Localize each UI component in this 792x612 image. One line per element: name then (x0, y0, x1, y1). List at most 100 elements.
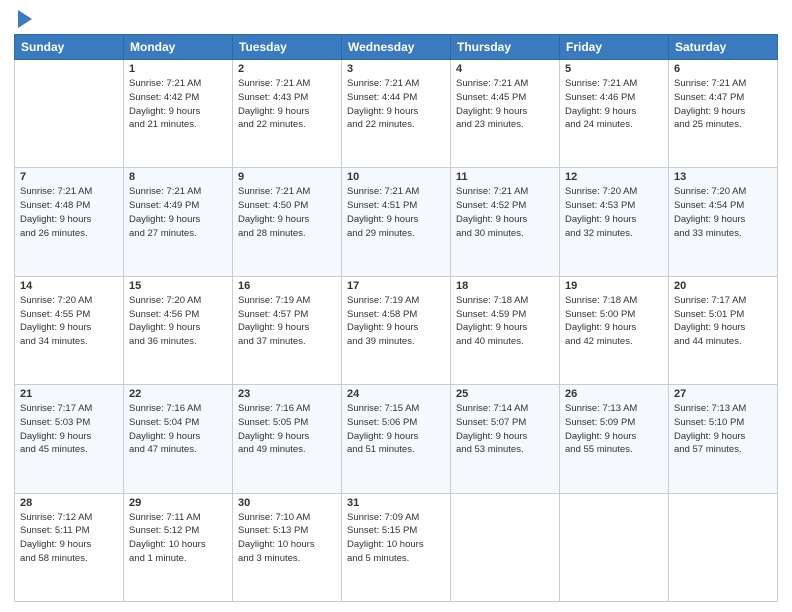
column-header-monday: Monday (124, 35, 233, 60)
calendar-cell: 26Sunrise: 7:13 AM Sunset: 5:09 PM Dayli… (560, 385, 669, 493)
day-number: 12 (565, 171, 663, 183)
calendar-cell: 13 Sunrise: 7:20 AM Sunset: 4:54 PM Dayli… (669, 168, 778, 276)
calendar-cell (451, 493, 560, 601)
calendar-cell: 9Sunrise: 7:21 AM Sunset: 4:50 PM Daylig… (233, 168, 342, 276)
day-number: 20 (674, 280, 772, 292)
day-info: Sunrise: 7:21 AM Sunset: 4:43 PM Dayligh… (238, 77, 336, 132)
calendar-cell: 5 Sunrise: 7:21 AM Sunset: 4:46 PM Daylig… (560, 60, 669, 168)
day-number: 2 (238, 63, 336, 75)
calendar-cell (669, 493, 778, 601)
day-number: 31 (347, 497, 445, 509)
calendar-cell: 28Sunrise: 7:12 AM Sunset: 5:11 PM Dayli… (15, 493, 124, 601)
day-number: 6 (674, 63, 772, 75)
day-info: Sunrise: 7:21 AM Sunset: 4:45 PM Dayligh… (456, 77, 554, 132)
calendar-cell: 11 Sunrise: 7:21 AM Sunset: 4:52 PM Dayli… (451, 168, 560, 276)
day-info: Sunrise: 7:09 AM Sunset: 5:15 PM Dayligh… (347, 511, 445, 566)
day-info: Sunrise: 7:21 AM Sunset: 4:47 PM Dayligh… (674, 77, 772, 132)
day-number: 9 (238, 171, 336, 183)
calendar-cell: 10Sunrise: 7:21 AM Sunset: 4:51 PM Dayli… (342, 168, 451, 276)
calendar-cell: 20 Sunrise: 7:17 AM Sunset: 5:01 PM Dayli… (669, 276, 778, 384)
day-number: 22 (129, 388, 227, 400)
calendar-cell: 1 Sunrise: 7:21 AM Sunset: 4:42 PM Daylig… (124, 60, 233, 168)
calendar-cell: 3Sunrise: 7:21 AM Sunset: 4:44 PM Daylig… (342, 60, 451, 168)
day-info: Sunrise: 7:21 AM Sunset: 4:42 PM Dayligh… (129, 77, 227, 132)
day-number: 7 (20, 171, 118, 183)
day-number: 21 (20, 388, 118, 400)
column-header-thursday: Thursday (451, 35, 560, 60)
day-info: Sunrise: 7:18 AM Sunset: 4:59 PM Dayligh… (456, 294, 554, 349)
day-info: Sunrise: 7:13 AM Sunset: 5:09 PM Dayligh… (565, 402, 663, 457)
calendar-table: SundayMondayTuesdayWednesdayThursdayFrid… (14, 34, 778, 602)
calendar-cell: 15 Sunrise: 7:20 AM Sunset: 4:56 PM Dayli… (124, 276, 233, 384)
calendar-cell: 18 Sunrise: 7:18 AM Sunset: 4:59 PM Dayli… (451, 276, 560, 384)
calendar-cell: 19 Sunrise: 7:18 AM Sunset: 5:00 PM Dayli… (560, 276, 669, 384)
day-number: 18 (456, 280, 554, 292)
column-header-tuesday: Tuesday (233, 35, 342, 60)
week-row-0: 1 Sunrise: 7:21 AM Sunset: 4:42 PM Daylig… (15, 60, 778, 168)
calendar-body: 1 Sunrise: 7:21 AM Sunset: 4:42 PM Daylig… (15, 60, 778, 602)
day-number: 13 (674, 171, 772, 183)
week-row-1: 7 Sunrise: 7:21 AM Sunset: 4:48 PM Daylig… (15, 168, 778, 276)
day-info: Sunrise: 7:10 AM Sunset: 5:13 PM Dayligh… (238, 511, 336, 566)
day-info: Sunrise: 7:21 AM Sunset: 4:49 PM Dayligh… (129, 185, 227, 240)
calendar-cell: 17Sunrise: 7:19 AM Sunset: 4:58 PM Dayli… (342, 276, 451, 384)
calendar-cell: 21 Sunrise: 7:17 AM Sunset: 5:03 PM Dayli… (15, 385, 124, 493)
calendar-cell: 4 Sunrise: 7:21 AM Sunset: 4:45 PM Daylig… (451, 60, 560, 168)
day-number: 16 (238, 280, 336, 292)
calendar-cell: 6 Sunrise: 7:21 AM Sunset: 4:47 PM Daylig… (669, 60, 778, 168)
day-info: Sunrise: 7:17 AM Sunset: 5:01 PM Dayligh… (674, 294, 772, 349)
calendar-cell: 14 Sunrise: 7:20 AM Sunset: 4:55 PM Dayli… (15, 276, 124, 384)
logo-icon (16, 10, 32, 28)
day-info: Sunrise: 7:14 AM Sunset: 5:07 PM Dayligh… (456, 402, 554, 457)
calendar-cell: 12Sunrise: 7:20 AM Sunset: 4:53 PM Dayli… (560, 168, 669, 276)
day-info: Sunrise: 7:13 AM Sunset: 5:10 PM Dayligh… (674, 402, 772, 457)
day-number: 24 (347, 388, 445, 400)
logo (14, 10, 32, 28)
day-info: Sunrise: 7:15 AM Sunset: 5:06 PM Dayligh… (347, 402, 445, 457)
calendar-header-row: SundayMondayTuesdayWednesdayThursdayFrid… (15, 35, 778, 60)
day-number: 27 (674, 388, 772, 400)
column-header-saturday: Saturday (669, 35, 778, 60)
day-number: 30 (238, 497, 336, 509)
calendar-cell: 29 Sunrise: 7:11 AM Sunset: 5:12 PM Dayli… (124, 493, 233, 601)
day-info: Sunrise: 7:19 AM Sunset: 4:57 PM Dayligh… (238, 294, 336, 349)
day-info: Sunrise: 7:17 AM Sunset: 5:03 PM Dayligh… (20, 402, 118, 457)
day-number: 29 (129, 497, 227, 509)
day-info: Sunrise: 7:20 AM Sunset: 4:56 PM Dayligh… (129, 294, 227, 349)
day-info: Sunrise: 7:21 AM Sunset: 4:44 PM Dayligh… (347, 77, 445, 132)
calendar-cell: 27 Sunrise: 7:13 AM Sunset: 5:10 PM Dayli… (669, 385, 778, 493)
day-info: Sunrise: 7:16 AM Sunset: 5:04 PM Dayligh… (129, 402, 227, 457)
day-info: Sunrise: 7:20 AM Sunset: 4:54 PM Dayligh… (674, 185, 772, 240)
day-info: Sunrise: 7:11 AM Sunset: 5:12 PM Dayligh… (129, 511, 227, 566)
calendar-cell: 25 Sunrise: 7:14 AM Sunset: 5:07 PM Dayli… (451, 385, 560, 493)
week-row-2: 14 Sunrise: 7:20 AM Sunset: 4:55 PM Dayli… (15, 276, 778, 384)
day-info: Sunrise: 7:21 AM Sunset: 4:51 PM Dayligh… (347, 185, 445, 240)
calendar-cell: 8 Sunrise: 7:21 AM Sunset: 4:49 PM Daylig… (124, 168, 233, 276)
day-info: Sunrise: 7:19 AM Sunset: 4:58 PM Dayligh… (347, 294, 445, 349)
day-info: Sunrise: 7:21 AM Sunset: 4:48 PM Dayligh… (20, 185, 118, 240)
day-number: 25 (456, 388, 554, 400)
day-info: Sunrise: 7:21 AM Sunset: 4:52 PM Dayligh… (456, 185, 554, 240)
day-number: 11 (456, 171, 554, 183)
page: SundayMondayTuesdayWednesdayThursdayFrid… (0, 0, 792, 612)
calendar-cell: 23Sunrise: 7:16 AM Sunset: 5:05 PM Dayli… (233, 385, 342, 493)
day-number: 19 (565, 280, 663, 292)
calendar-cell: 16 Sunrise: 7:19 AM Sunset: 4:57 PM Dayli… (233, 276, 342, 384)
day-number: 15 (129, 280, 227, 292)
day-number: 5 (565, 63, 663, 75)
day-number: 14 (20, 280, 118, 292)
day-info: Sunrise: 7:20 AM Sunset: 4:55 PM Dayligh… (20, 294, 118, 349)
week-row-4: 28Sunrise: 7:12 AM Sunset: 5:11 PM Dayli… (15, 493, 778, 601)
column-header-wednesday: Wednesday (342, 35, 451, 60)
day-info: Sunrise: 7:21 AM Sunset: 4:46 PM Dayligh… (565, 77, 663, 132)
day-info: Sunrise: 7:18 AM Sunset: 5:00 PM Dayligh… (565, 294, 663, 349)
calendar-cell: 31 Sunrise: 7:09 AM Sunset: 5:15 PM Dayli… (342, 493, 451, 601)
day-info: Sunrise: 7:16 AM Sunset: 5:05 PM Dayligh… (238, 402, 336, 457)
column-header-sunday: Sunday (15, 35, 124, 60)
day-number: 8 (129, 171, 227, 183)
calendar-cell: 30 Sunrise: 7:10 AM Sunset: 5:13 PM Dayli… (233, 493, 342, 601)
column-header-friday: Friday (560, 35, 669, 60)
day-number: 1 (129, 63, 227, 75)
calendar-cell: 24 Sunrise: 7:15 AM Sunset: 5:06 PM Dayli… (342, 385, 451, 493)
day-number: 4 (456, 63, 554, 75)
